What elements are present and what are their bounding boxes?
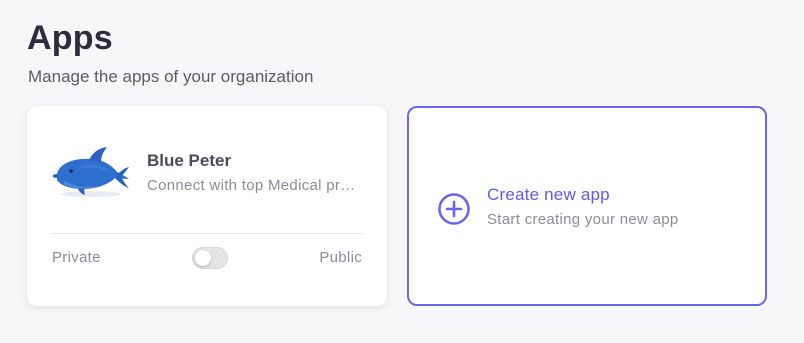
plus-circle-icon (438, 193, 470, 225)
app-name: Blue Peter (147, 151, 232, 170)
app-card-blue-peter[interactable]: Blue Peter Connect with top Medical prof… (27, 106, 387, 306)
apps-page: Apps Manage the apps of your organizatio… (0, 0, 804, 343)
page-title: Apps (27, 19, 113, 57)
toggle-knob (195, 250, 211, 266)
page-subtitle: Manage the apps of your organization (28, 67, 314, 86)
app-description: Connect with top Medical professionals (147, 177, 362, 194)
blue-dolphin-icon (52, 147, 129, 197)
visibility-toggle[interactable] (192, 247, 228, 269)
create-new-app-card[interactable]: Create new app Start creating your new a… (407, 106, 767, 306)
create-new-app-description: Start creating your new app (487, 211, 679, 228)
create-new-app-title: Create new app (487, 185, 610, 204)
visibility-public-label: Public (319, 249, 362, 266)
visibility-private-label: Private (52, 249, 101, 266)
card-divider (52, 233, 363, 234)
